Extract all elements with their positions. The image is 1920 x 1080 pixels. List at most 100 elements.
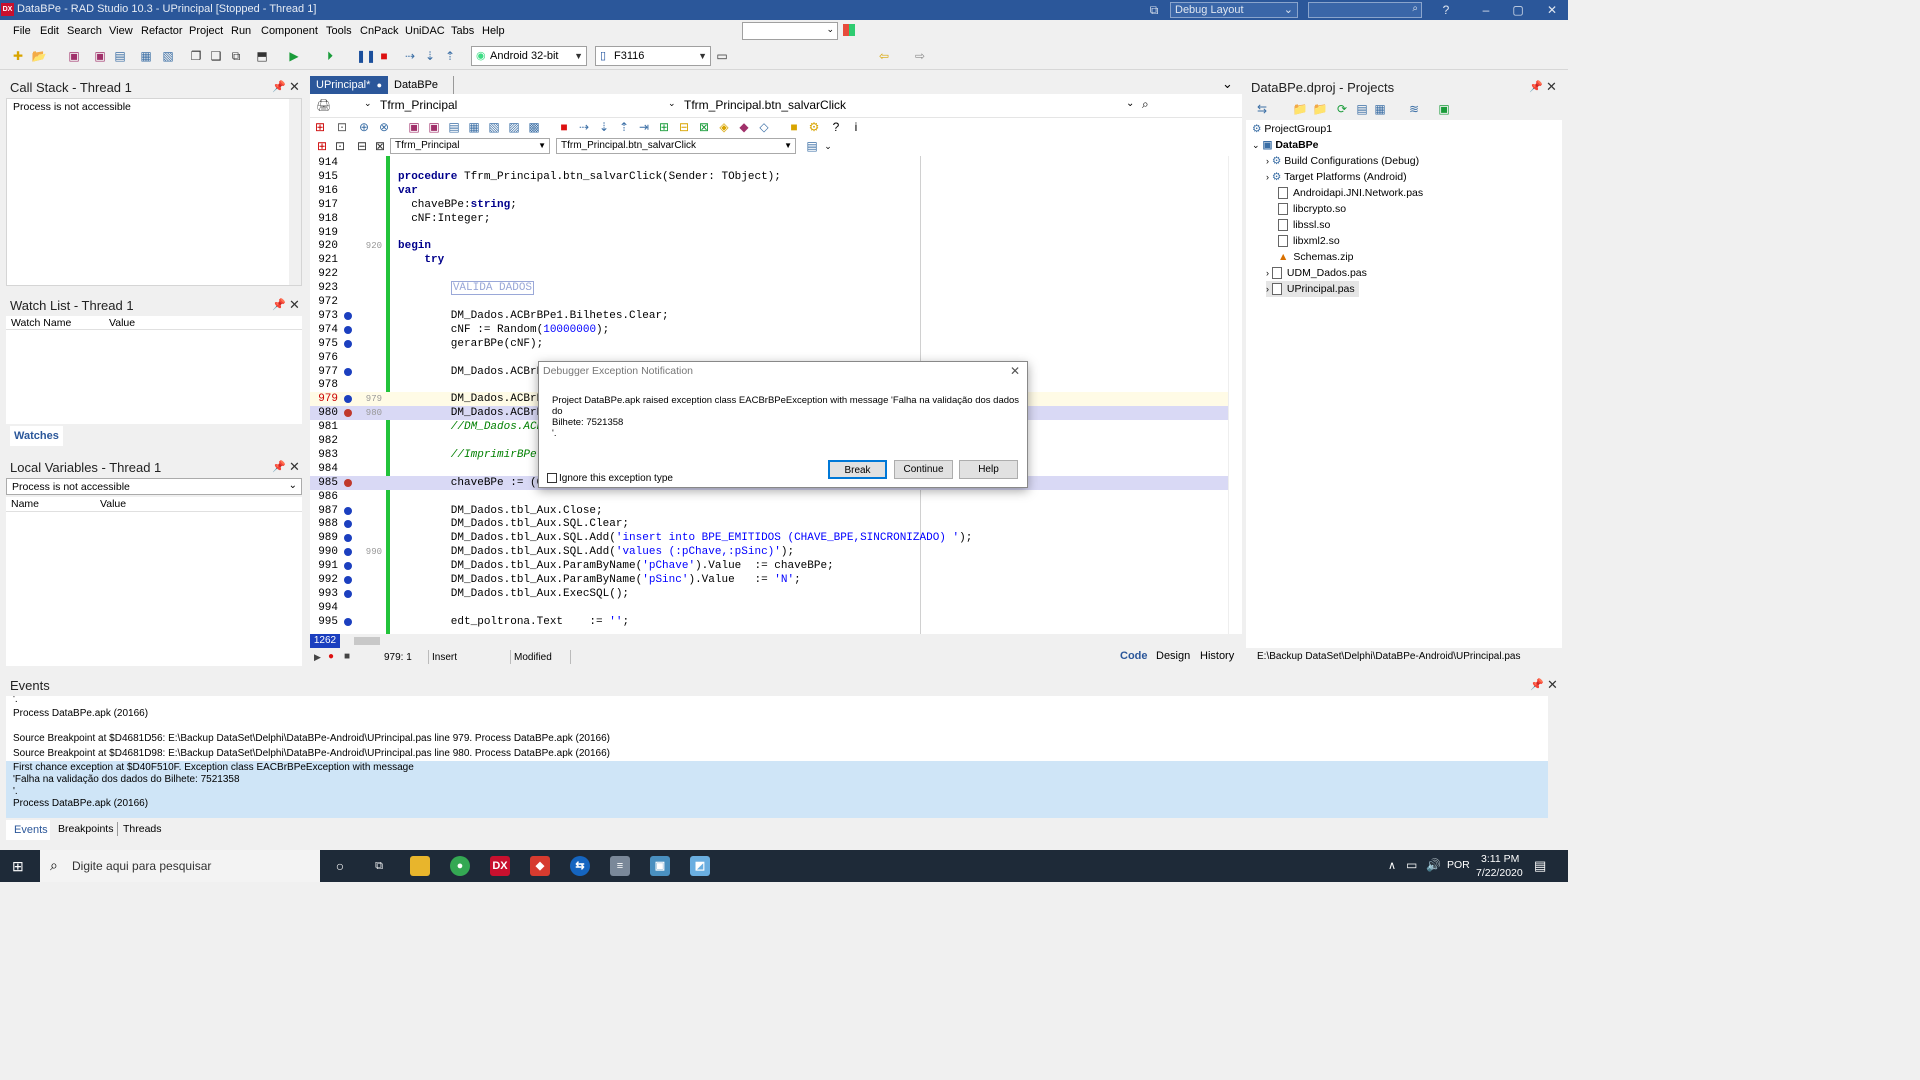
break-button[interactable]: Break — [828, 460, 887, 479]
code-toolbar-icon[interactable]: ⇢ — [576, 119, 592, 135]
line-number[interactable]: 984 — [310, 462, 338, 476]
component-search-combo[interactable]: ⌄ — [742, 22, 838, 40]
notifications-icon[interactable]: ▤ — [1534, 858, 1546, 874]
tab-databpe[interactable]: DataBPe — [394, 76, 454, 94]
tree-item-file[interactable]: libssl.so — [1278, 217, 1330, 233]
menu-tabs[interactable]: Tabs — [451, 25, 474, 37]
code-toolbar-icon[interactable]: ⊠ — [696, 119, 712, 135]
menu-file[interactable]: File — [13, 25, 31, 37]
call-stack-scrollbar[interactable] — [289, 99, 301, 285]
line-number[interactable]: 991 — [310, 559, 338, 573]
close-window-button[interactable]: ✕ — [1544, 2, 1560, 18]
method-combo[interactable]: Tfrm_Principal.btn_salvarClick ▼ — [556, 138, 796, 154]
editor-hscrollbar[interactable]: 1262 — [310, 634, 1242, 648]
code-toolbar-icon[interactable]: ■ — [786, 119, 802, 135]
line-number[interactable]: 995 — [310, 615, 338, 629]
editor-vscrollbar[interactable] — [1228, 156, 1242, 634]
breakpoint-icon[interactable] — [344, 395, 352, 404]
line-number[interactable]: 979 — [310, 392, 338, 406]
add-file-icon[interactable]: ▦ — [138, 48, 154, 64]
language-indicator[interactable]: POR — [1447, 859, 1470, 871]
watch-list-grid[interactable]: Watch Name Value — [6, 316, 302, 424]
file-explorer-icon[interactable] — [410, 856, 430, 876]
forward-icon[interactable]: ⇨ — [912, 48, 928, 64]
code-line[interactable]: 918 cNF:Integer; — [310, 212, 1230, 226]
tree-item-file[interactable]: ▲ Schemas.zip — [1278, 249, 1354, 265]
class-combo[interactable]: Tfrm_Principal ▼ — [390, 138, 550, 154]
help-button[interactable]: Help — [959, 460, 1018, 479]
tree-item-file[interactable]: libxml2.so — [1278, 233, 1340, 249]
chrome-icon[interactable]: ● — [450, 856, 470, 876]
code-line[interactable]: 986 — [310, 490, 1230, 504]
project-options-icon[interactable]: ▤ — [112, 48, 128, 64]
line-number[interactable]: 921 — [310, 253, 338, 267]
app-icon[interactable]: ◆ — [530, 856, 550, 876]
line-number[interactable]: 975 — [310, 337, 338, 351]
code-toolbar-icon[interactable]: ⊞ — [656, 119, 672, 135]
code-line[interactable]: 921 try — [310, 253, 1230, 267]
code-line[interactable]: 914 — [310, 156, 1230, 170]
rad-studio-icon[interactable]: DX — [490, 856, 510, 876]
local-name-column[interactable]: Name — [11, 498, 39, 510]
code-line[interactable]: 920 920 begin — [310, 239, 1230, 253]
volume-icon[interactable]: 🔊 — [1426, 858, 1441, 872]
code-toolbar-icon[interactable]: ⇡ — [616, 119, 632, 135]
back-icon[interactable]: ⇦ — [876, 48, 892, 64]
line-number[interactable]: 986 — [310, 490, 338, 504]
compile-icon[interactable]: ▦ — [1372, 101, 1388, 117]
line-number[interactable]: 992 — [310, 573, 338, 587]
code-line[interactable]: 915 procedure Tfrm_Principal.btn_salvarCl… — [310, 170, 1230, 184]
info-icon[interactable]: i — [848, 119, 864, 135]
layout-select[interactable]: Debug Layout ⌄ — [1170, 2, 1298, 18]
menu-cnpack[interactable]: CnPack — [360, 25, 399, 37]
tab-uprincipal[interactable]: UPrincipal* ● — [310, 76, 388, 94]
stop-icon[interactable]: ■ — [344, 651, 350, 662]
line-number[interactable]: 990 — [310, 545, 338, 559]
tree-item-file[interactable]: › UDM_Dados.pas — [1266, 265, 1367, 281]
tab-design[interactable]: Design — [1156, 650, 1190, 662]
line-number[interactable]: 920 — [310, 239, 338, 253]
chevron-down-icon[interactable]: ⌄ — [364, 98, 372, 109]
code-toolbar-icon[interactable]: ▣ — [426, 119, 442, 135]
view-form-icon[interactable]: ❑ — [208, 48, 224, 64]
stop-icon[interactable]: ■ — [376, 48, 392, 64]
taskbar-search[interactable]: ⌕ Digite aqui para pesquisar — [40, 850, 320, 882]
code-nav-icon[interactable]: ⊟ — [354, 138, 370, 154]
windows-start-icon[interactable]: ⊞ — [12, 858, 24, 875]
code-toolbar-icon[interactable]: ⊞ — [312, 119, 328, 135]
pin-icon[interactable]: 📌 — [1529, 80, 1543, 93]
run-without-debug-icon[interactable]: ⏵ — [322, 48, 338, 64]
code-toolbar-icon[interactable]: ▤ — [446, 119, 462, 135]
tree-item-target-platforms[interactable]: › ⚙ Target Platforms (Android) — [1266, 169, 1407, 185]
toggle-form-icon[interactable]: ⧉ — [228, 48, 244, 64]
close-icon[interactable]: ✕ — [1547, 677, 1558, 693]
folder-icon[interactable]: 📁 — [1292, 101, 1308, 117]
tab-threads[interactable]: Threads — [123, 823, 162, 835]
code-line[interactable]: 916 var — [310, 184, 1230, 198]
code-toolbar-icon[interactable]: ◆ — [736, 119, 752, 135]
code-toolbar-icon[interactable]: ⇥ — [636, 119, 652, 135]
line-number[interactable]: 918 — [310, 212, 338, 226]
code-line[interactable]: 991 DM_Dados.tbl_Aux.ParamByName('pChave… — [310, 559, 1230, 573]
line-number[interactable]: 983 — [310, 448, 338, 462]
code-toolbar-icon[interactable]: ⊟ — [676, 119, 692, 135]
chevron-down-icon[interactable]: ⌄ — [668, 98, 676, 109]
folder-icon[interactable]: 📁 — [1312, 101, 1328, 117]
line-number[interactable]: 922 — [310, 267, 338, 281]
code-toolbar-icon[interactable]: ⊕ — [356, 119, 372, 135]
menu-component[interactable]: Component — [261, 25, 318, 37]
tree-item-file[interactable]: libcrypto.so — [1278, 201, 1346, 217]
ide-search-input[interactable]: ⌕ — [1308, 2, 1422, 18]
breakpoint-icon[interactable] — [344, 367, 352, 376]
line-number[interactable]: 923 — [310, 281, 338, 295]
menu-unidac[interactable]: UniDAC — [405, 25, 445, 37]
scroll-thumb[interactable] — [354, 637, 380, 645]
save-icon[interactable]: ▣ — [66, 48, 82, 64]
line-number[interactable]: 978 — [310, 378, 338, 392]
remove-file-icon[interactable]: ▧ — [160, 48, 176, 64]
platform-combo[interactable]: ◉ Android 32-bit ▼ — [471, 46, 587, 66]
call-stack-list[interactable]: Process is not accessible — [6, 98, 302, 286]
new-icon[interactable]: ✚ — [10, 48, 26, 64]
task-view-icon[interactable]: ⧉ — [369, 856, 389, 876]
save-all-icon[interactable]: ▣ — [92, 48, 108, 64]
